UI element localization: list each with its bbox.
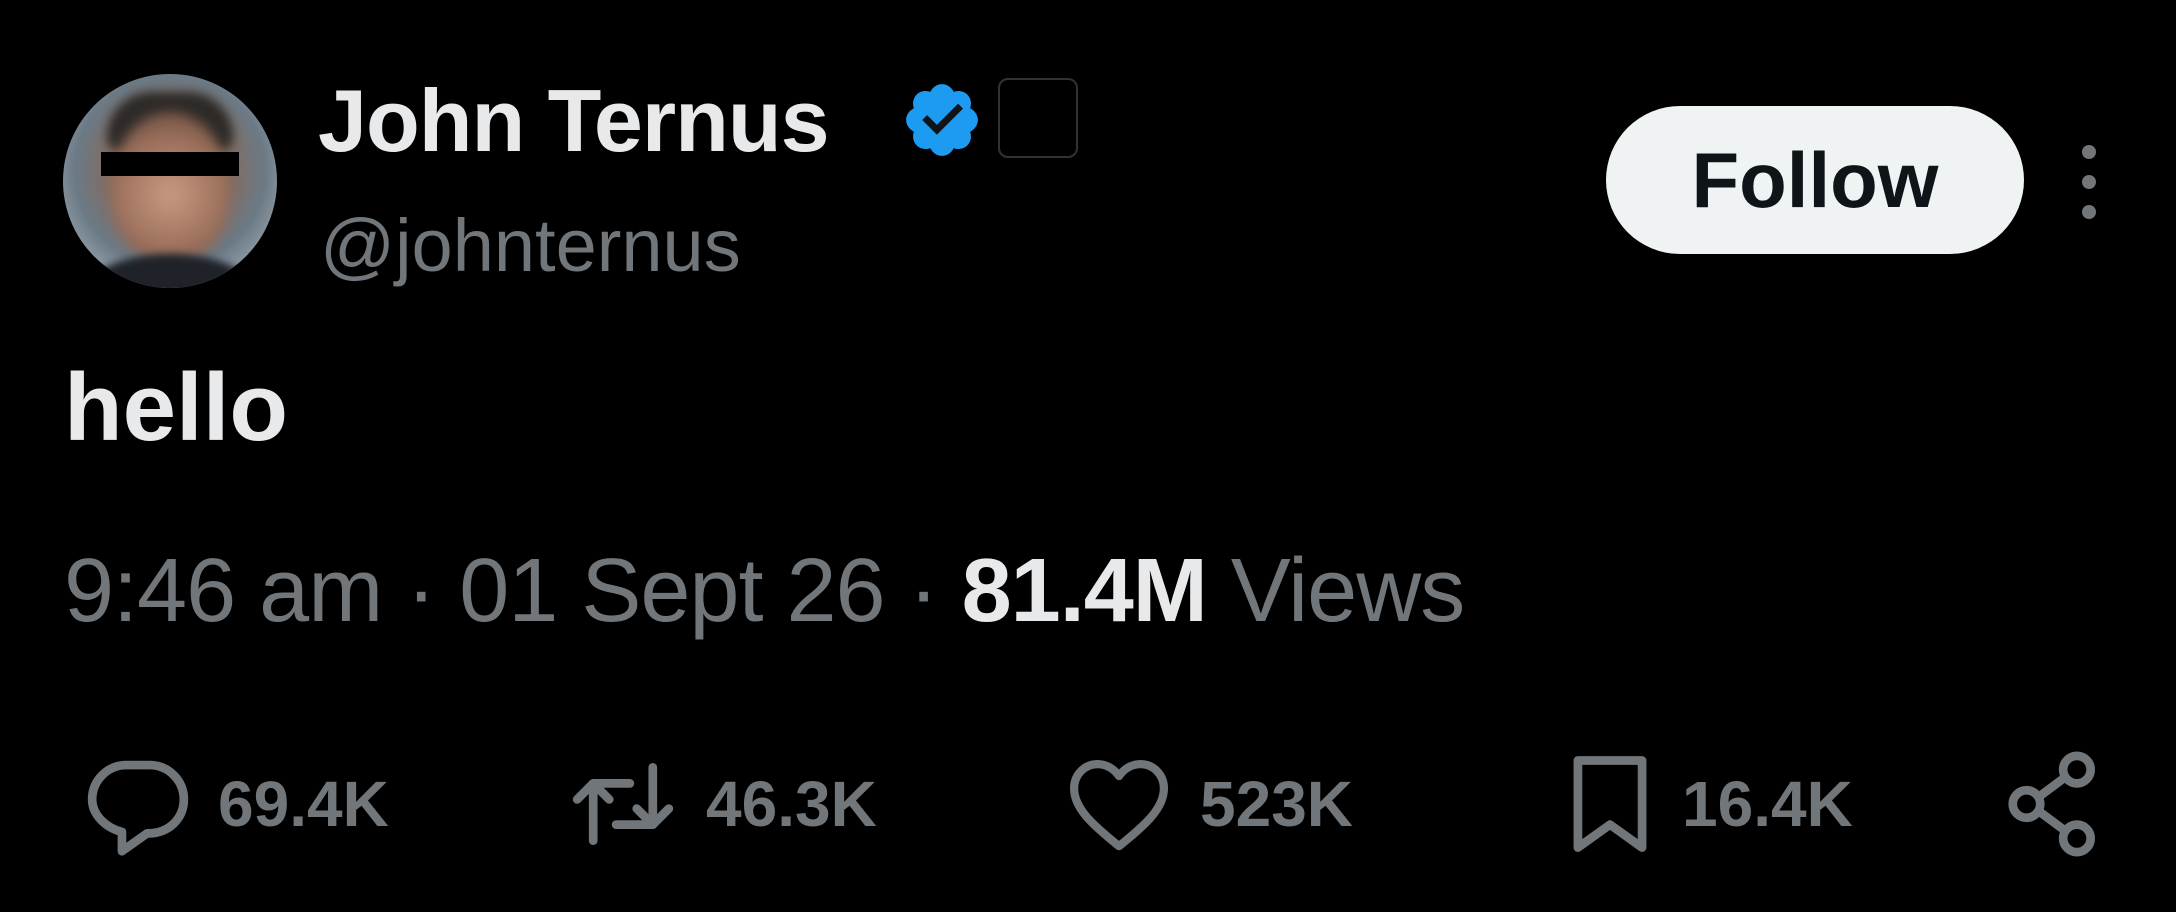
affiliate-badge [998, 78, 1078, 158]
user-handle[interactable]: @johnternus [320, 198, 741, 294]
share-button[interactable] [2004, 744, 2104, 864]
tweet-meta: 9:46 am · 01 Sept 26 · 81.4M Views [64, 536, 1465, 646]
avatar[interactable] [63, 74, 277, 288]
more-vertical-icon[interactable] [2074, 142, 2104, 222]
retweet-button[interactable]: 46.3K [562, 744, 877, 864]
heart-icon [1069, 760, 1169, 851]
retweet-count: 46.3K [706, 768, 877, 840]
views-count: 81.4M [961, 541, 1208, 641]
tweet-date[interactable]: 01 Sept 26 [459, 541, 885, 641]
follow-button[interactable]: Follow [1606, 106, 2024, 254]
bookmark-button[interactable]: 16.4K [1560, 744, 1853, 864]
tweet-time[interactable]: 9:46 am [64, 541, 383, 641]
share-icon [2008, 751, 2096, 857]
avatar-face [111, 112, 229, 262]
bookmark-icon [1573, 756, 1647, 852]
reply-button[interactable]: 69.4K [80, 744, 389, 864]
meta-separator: · [908, 541, 939, 641]
views-label: Views [1230, 541, 1465, 641]
tweet-text: hello [64, 354, 289, 461]
avatar-shirt [83, 254, 257, 288]
verified-badge-icon [906, 84, 978, 156]
like-count: 523K [1200, 768, 1353, 840]
retweet-icon [572, 762, 674, 846]
display-name[interactable]: John Ternus [318, 66, 830, 176]
meta-separator: · [406, 541, 436, 641]
tweet-detail: John Ternus @johnternus Follow hello 9:4… [0, 0, 2176, 912]
bookmark-count: 16.4K [1682, 768, 1853, 840]
reply-icon [87, 760, 189, 856]
censor-bar [101, 152, 239, 176]
reply-count: 69.4K [218, 768, 389, 840]
like-button[interactable]: 523K [1060, 744, 1353, 864]
